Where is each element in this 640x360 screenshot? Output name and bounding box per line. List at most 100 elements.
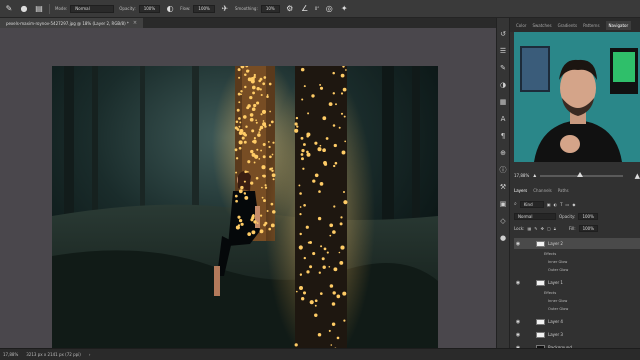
layer-row[interactable]: ◉ Layer 3 (514, 329, 640, 340)
document-canvas-image[interactable] (52, 66, 438, 351)
fairy-light (312, 252, 316, 256)
lock-all-icon[interactable]: 🔒︎ (554, 226, 556, 231)
fairy-light (294, 343, 298, 347)
filter-adjustment-icon[interactable]: ◐ (554, 202, 558, 207)
smoothing-input[interactable]: 10% (260, 4, 280, 13)
visibility-eye-icon[interactable]: ◉ (514, 241, 522, 247)
fairy-light (243, 192, 246, 195)
angle-value[interactable]: 0° (315, 6, 320, 11)
pressure-size-icon[interactable]: ◎ (324, 4, 334, 14)
flow-input[interactable]: 100% (193, 4, 215, 13)
fairy-light (246, 171, 249, 173)
layer-row[interactable]: ◉ Layer 1 (514, 277, 640, 288)
smoothing-settings-icon[interactable]: ⚙ (285, 4, 295, 14)
tab-channels[interactable]: Channels (533, 188, 552, 193)
lock-move-icon[interactable]: ✥ (541, 226, 544, 231)
status-arrow-icon[interactable]: › (89, 352, 91, 357)
3d-icon[interactable]: ◇ (499, 217, 507, 225)
fairy-light (331, 322, 336, 327)
character-icon[interactable]: A (499, 115, 507, 123)
angle-icon[interactable]: ∠ (300, 4, 310, 14)
fairy-light (298, 245, 303, 250)
airbrush-icon[interactable]: ✈ (220, 4, 230, 14)
status-doc-info[interactable]: 3213 px x 2141 px (72 ppi) (26, 352, 81, 357)
libraries-icon[interactable]: ▣ (499, 200, 507, 208)
layer-name[interactable]: Layer 4 (548, 319, 563, 324)
fairy-light (237, 92, 241, 96)
effect-row[interactable]: Outer Glow (514, 305, 640, 312)
tab-paths[interactable]: Paths (558, 188, 569, 193)
opacity-input[interactable]: 100% (138, 4, 161, 13)
fairy-light (252, 213, 255, 216)
effect-row[interactable]: Inner Glow (514, 297, 640, 304)
fairy-light (345, 69, 347, 71)
properties-icon[interactable]: ☰ (499, 47, 507, 55)
styles-icon[interactable]: ▦ (499, 98, 507, 106)
fairy-light (238, 117, 241, 120)
canvas-area[interactable] (0, 28, 496, 351)
fill-input[interactable]: 100% (578, 224, 599, 232)
visibility-eye-icon[interactable]: ◉ (514, 332, 522, 338)
lock-artboard-icon[interactable]: ▢ (547, 226, 551, 231)
fairy-light (260, 93, 263, 97)
tab-gradients[interactable]: Gradients (558, 23, 578, 28)
layer-row[interactable]: ◉ Layer 4 (514, 316, 640, 327)
blend-mode-select[interactable]: Normal (514, 212, 556, 220)
tab-swatches[interactable]: Swatches (532, 23, 551, 28)
fairy-light (235, 157, 239, 160)
fairy-light (299, 286, 303, 290)
visibility-eye-icon[interactable]: ◉ (514, 319, 522, 325)
zoom-in-icon[interactable]: ▲ (635, 172, 640, 180)
fairy-light (238, 146, 242, 150)
tool-presets-icon[interactable]: ⚒ (499, 183, 507, 191)
layer-name[interactable]: Layer 2 (548, 241, 563, 246)
symmetry-icon[interactable]: ✦ (339, 4, 349, 14)
lock-transparent-icon[interactable]: ▦ (527, 226, 531, 231)
tab-navigator[interactable]: Navigator (605, 20, 632, 30)
zoom-out-icon[interactable]: ▴ (533, 172, 536, 179)
clone-source-icon[interactable]: ⊕ (499, 149, 507, 157)
fairy-light (323, 148, 326, 151)
layer-name[interactable]: Layer 3 (548, 332, 563, 337)
layer-name[interactable]: Layer 1 (548, 280, 563, 285)
visibility-eye-icon[interactable]: ◉ (514, 280, 522, 286)
fairy-light (344, 140, 347, 143)
brush-tool-icon[interactable]: ✎ (4, 4, 14, 14)
fairy-light (268, 124, 271, 127)
fairy-light (317, 147, 322, 152)
document-tab[interactable]: pexels-maxim-roynov-5427297.jpg @ 18% (L… (0, 18, 144, 28)
zoom-slider-knob[interactable] (577, 171, 584, 177)
filter-pixel-icon[interactable]: ▣ (547, 202, 551, 207)
layer-opacity-label: Opacity: (559, 213, 576, 219)
lock-brush-icon[interactable]: ✎ (534, 226, 537, 231)
adjustments-icon[interactable]: ◑ (499, 81, 507, 89)
pressure-opacity-icon[interactable]: ◐ (165, 4, 175, 14)
effects-row[interactable]: Effects (514, 289, 640, 296)
filter-smart-icon[interactable]: ◆ (572, 202, 575, 207)
tab-patterns[interactable]: Patterns (583, 23, 599, 28)
layer-row[interactable]: ◉ Layer 2 (514, 238, 640, 249)
status-zoom[interactable]: 17,88% (3, 352, 18, 357)
close-icon[interactable]: × (133, 20, 137, 26)
brush-panel-icon[interactable]: ✎ (499, 64, 507, 72)
info-icon[interactable]: ⓘ (499, 166, 507, 174)
tab-color[interactable]: Color (516, 23, 526, 28)
brush-preset-icon[interactable]: ● (19, 4, 29, 14)
brush-settings-icon[interactable]: ▤ (34, 4, 44, 14)
filter-type-icon[interactable]: T (560, 202, 562, 207)
filter-shape-icon[interactable]: ▭ (566, 202, 570, 207)
mode-select[interactable]: Normal (70, 4, 115, 13)
layer-opacity-input[interactable]: 100% (578, 212, 598, 220)
brushes-panel-icon[interactable]: ● (499, 234, 507, 242)
fairy-light (268, 82, 272, 86)
effect-row[interactable]: Inner Glow (514, 258, 640, 265)
navigator-zoom-slider[interactable] (540, 171, 623, 177)
history-icon[interactable]: ↺ (499, 30, 507, 38)
fairy-light (333, 205, 336, 208)
effect-row[interactable]: Outer Glow (514, 266, 640, 273)
paragraph-icon[interactable]: ¶ (499, 132, 507, 140)
tab-layers[interactable]: Layers (514, 188, 527, 193)
kind-filter-select[interactable]: Kind (519, 200, 544, 208)
effects-row[interactable]: Effects (514, 250, 640, 257)
navigator-zoom-value[interactable]: 17,88% (514, 173, 529, 178)
